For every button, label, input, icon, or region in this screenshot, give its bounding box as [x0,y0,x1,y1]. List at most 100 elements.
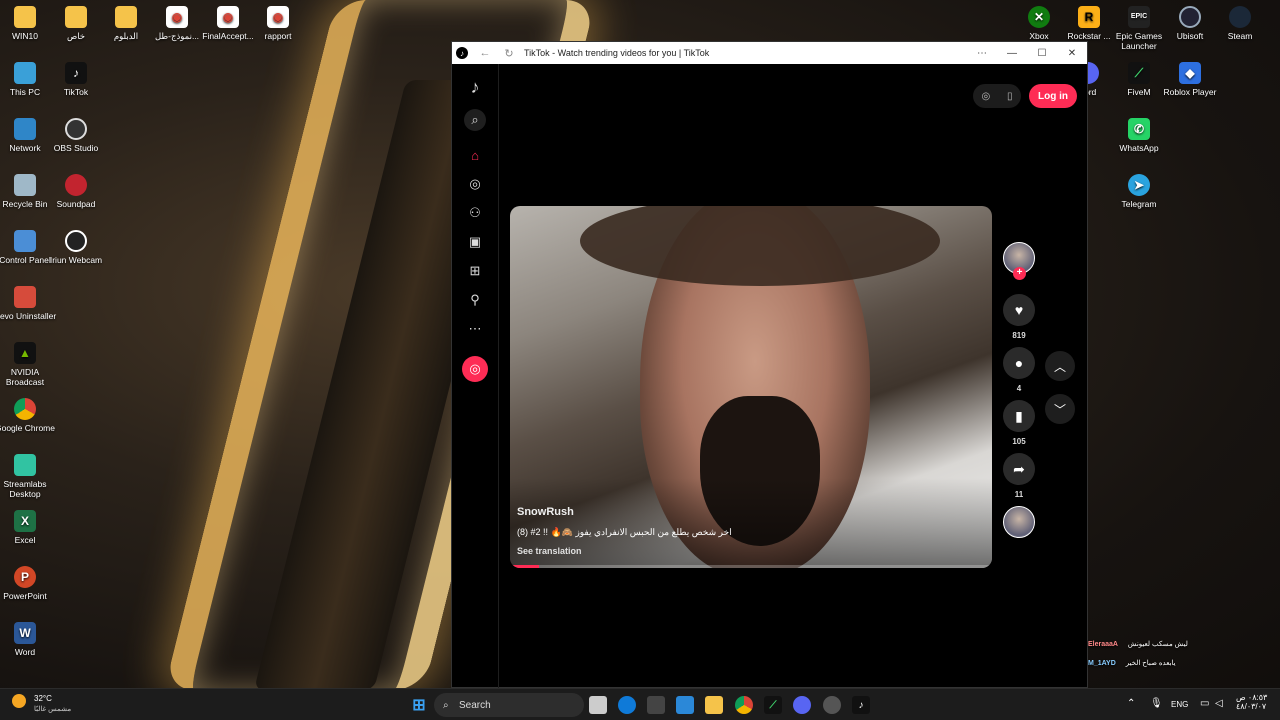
close-button[interactable]: ✕ [1057,42,1087,64]
comment-button[interactable]: ● [1003,347,1035,379]
action-column: + ♥ 819 ● 4 ▮ 105 ➦ 11 [1000,242,1038,538]
edge-icon[interactable] [618,696,636,714]
comment-icon: ● [1014,355,1024,371]
task-view-icon[interactable] [589,696,607,714]
device-switch[interactable]: ◎ ▯ [973,84,1021,108]
roblox-icon: ◆ [1179,62,1201,84]
upload-icon[interactable]: ⊞ [464,260,486,282]
tiktok-main: ◎ ▯ Log in SnowRush (8) #2 !! 🔥🙈 اخر شخص… [500,64,1087,687]
share-button[interactable]: ➦ [1003,453,1035,485]
fivem-icon: ⟋ [1128,62,1150,84]
chevron-up-icon[interactable]: ⌃ [1127,698,1135,709]
word-icon: W [14,622,36,644]
nvidia-icon: ▲ [14,342,36,364]
video-scroll-nav: ︿ ﹀ [1045,351,1077,437]
desktop-icon-excel[interactable]: X Excel [0,510,57,545]
login-button[interactable]: Log in [1029,84,1077,108]
video-progress-fill [510,565,539,568]
minimize-button[interactable]: — [997,42,1027,64]
desktop-icon-obs[interactable]: OBS Studio [44,118,108,153]
streamlabs-icon [14,454,36,476]
desktop-icon-roblox[interactable]: ◆ Roblox Player [1158,62,1222,97]
discord-taskbar-icon[interactable] [793,696,811,714]
folder-icon [65,6,87,28]
more-options-button[interactable]: ⋯ [967,42,997,64]
video-author[interactable]: SnowRush [517,506,574,518]
video-player[interactable]: SnowRush (8) #2 !! 🔥🙈 اخر شخص يطلع من ال… [510,206,992,568]
photos-icon[interactable] [676,696,694,714]
maximize-button[interactable]: ☐ [1027,42,1057,64]
network-icon [14,118,36,140]
window-titlebar[interactable]: ♪ ← ↻ TikTok - Watch trending videos for… [452,42,1087,64]
save-button[interactable]: ▮ [1003,400,1035,432]
desktop-icon-word[interactable]: W Word [0,622,57,657]
desktop-icon-iriun[interactable]: Iriun Webcam [44,230,108,265]
desktop-icon-whatsapp[interactable]: ✆ WhatsApp [1107,118,1171,153]
language-indicator[interactable]: ENG [1171,700,1188,709]
network-icon[interactable]: ▭ [1200,698,1209,709]
home-icon[interactable]: ⌂ [464,144,486,166]
microphone-icon[interactable]: 🎙 [1150,698,1163,709]
more-icon[interactable]: ⋯ [464,318,486,340]
following-icon[interactable]: ⚇ [464,202,486,224]
chevron-down-icon[interactable]: ﹀ [1045,394,1075,424]
comment-count: 4 [1016,384,1022,393]
whatsapp-icon: ✆ [1128,118,1150,140]
chrome-doc-icon: ◉ [166,6,188,28]
back-icon[interactable]: ← [478,47,492,59]
desktop-icon-tiktok[interactable]: ♪ TikTok [44,62,108,97]
video-progress[interactable] [510,565,992,568]
soundpad-icon [65,174,87,196]
revo-icon [14,286,36,308]
tiktok-window: ♪ ← ↻ TikTok - Watch trending videos for… [451,41,1088,688]
explore-icon[interactable]: ◎ [464,173,486,195]
music-disc-avatar[interactable] [1003,506,1035,538]
weather-widget[interactable]: 32°C مشمس غالبًا [12,694,71,713]
powerpoint-icon: P [14,566,36,588]
phone-icon[interactable]: ▯ [1007,91,1013,102]
desktop-icon-powerpoint[interactable]: P PowerPoint [0,566,57,601]
store-icon[interactable] [647,696,665,714]
clock[interactable]: ٠٨:٥٣ ص ٤٨/٠٣/٠٧ [1236,693,1267,711]
taskbar-search[interactable]: ⌕ Search [434,693,584,717]
search-icon[interactable]: ⌕ [464,109,486,131]
desktop-icon-chrome[interactable]: Google Chrome [0,398,57,433]
like-button[interactable]: ♥ [1003,294,1035,326]
folder-icon [14,6,36,28]
desktop-icon-streamlabs[interactable]: Streamlabs Desktop [0,454,57,499]
tiktok-icon: ♪ [65,62,87,84]
chat-message: EleraaaA ليش مسكب لعيونش [1088,641,1188,648]
video-description: (8) #2 !! 🔥🙈 اخر شخص يطلع من الحبس الانف… [517,527,732,537]
see-translation-link[interactable]: See translation [517,546,582,556]
chevron-up-icon[interactable]: ︿ [1045,351,1075,381]
follow-plus-icon[interactable]: + [1013,267,1026,280]
file-explorer-icon[interactable] [705,696,723,714]
chrome-doc-icon: ◉ [217,6,239,28]
folder-icon [115,6,137,28]
profile-icon[interactable]: ⚲ [464,289,486,311]
start-button[interactable]: ⊞ [410,696,428,714]
chrome-taskbar-icon[interactable] [735,696,753,714]
save-count: 105 [1012,437,1026,446]
fivem-taskbar-icon[interactable]: ⟋ [764,696,782,714]
tiktok-taskbar-icon[interactable]: ♪ [852,696,870,714]
desktop-icon-soundpad[interactable]: Soundpad [44,174,108,209]
sun-icon [12,694,26,708]
reload-icon[interactable]: ↻ [502,47,516,60]
coins-icon[interactable]: ◎ [462,356,488,382]
clock-date: ٤٨/٠٣/٠٧ [1236,702,1267,711]
tiktok-logo-icon[interactable]: ♪ [464,76,486,98]
live-icon[interactable]: ▣ [464,231,486,253]
top-actions: ◎ ▯ Log in [973,84,1077,108]
video-frame-hair [580,206,940,286]
desktop-icon-steam[interactable]: Steam [1208,6,1272,41]
obs-taskbar-icon[interactable] [823,696,841,714]
avatar[interactable]: + [1003,242,1035,280]
desktop-icon-nvidia[interactable]: ▲ NVIDIA Broadcast [0,342,57,387]
desktop-icon-rapport[interactable]: ◉ rapport [246,6,310,41]
volume-icon[interactable]: ◁ [1215,698,1223,709]
desktop-icon-telegram[interactable]: ➤ Telegram [1107,174,1171,209]
compass-icon[interactable]: ◎ [981,91,990,102]
chrome-icon [14,398,36,420]
desktop-icon-revo[interactable]: Revo Uninstaller [0,286,57,321]
